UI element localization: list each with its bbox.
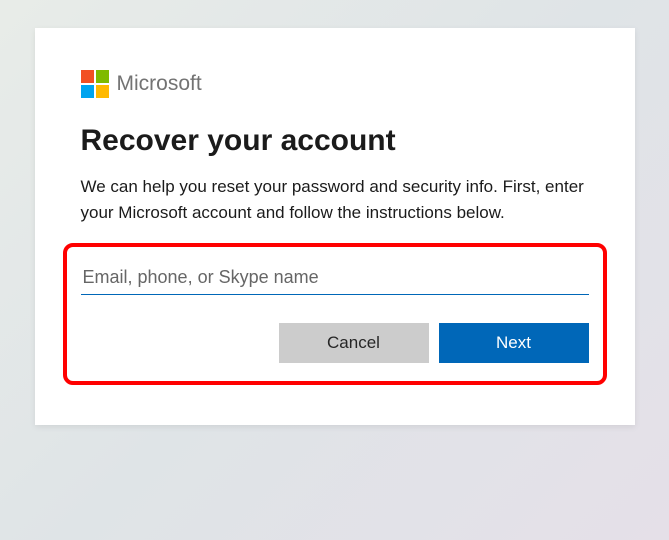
logo-square-blue xyxy=(81,85,94,98)
microsoft-logo-icon xyxy=(81,70,109,98)
logo-square-yellow xyxy=(96,85,109,98)
page-title: Recover your account xyxy=(81,124,589,158)
annotation-highlight: Cancel Next xyxy=(63,243,607,385)
brand-name: Microsoft xyxy=(117,72,202,96)
cancel-button[interactable]: Cancel xyxy=(279,323,429,363)
next-button[interactable]: Next xyxy=(439,323,589,363)
button-row: Cancel Next xyxy=(81,323,589,363)
signin-card: Microsoft Recover your account We can he… xyxy=(35,28,635,425)
page-description: We can help you reset your password and … xyxy=(81,174,589,225)
account-input[interactable] xyxy=(81,261,589,295)
logo-square-red xyxy=(81,70,94,83)
logo-square-green xyxy=(96,70,109,83)
brand-row: Microsoft xyxy=(81,70,589,98)
